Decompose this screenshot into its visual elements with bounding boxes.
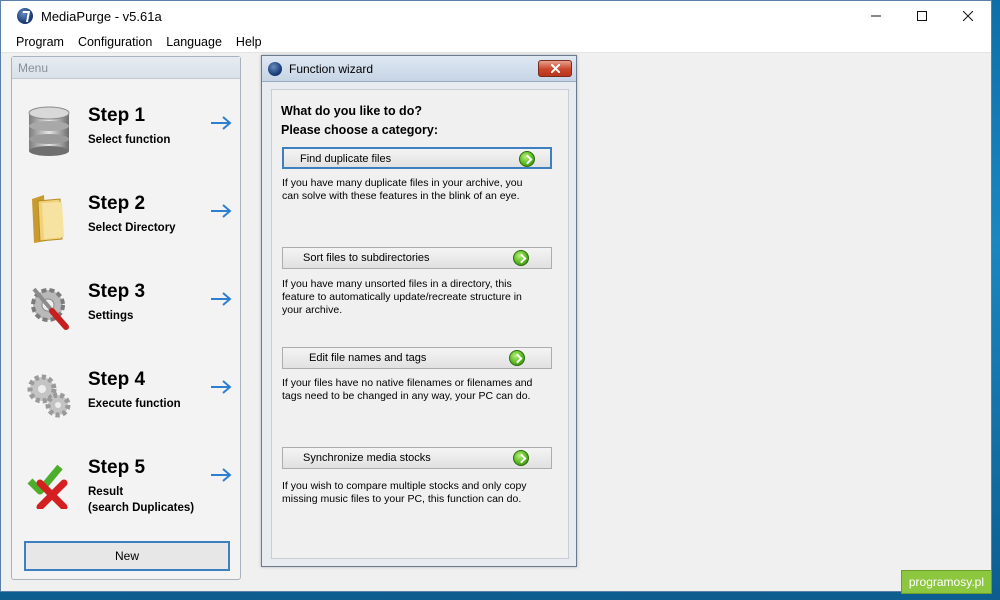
arrow-right-icon	[211, 292, 232, 306]
database-icon	[28, 106, 70, 156]
menu-language[interactable]: Language	[159, 35, 229, 49]
step-3-settings[interactable]: Step 3 Settings	[22, 273, 236, 343]
menu-program[interactable]: Program	[9, 35, 71, 49]
step-title: Step 3	[88, 281, 146, 302]
go-arrow-icon	[513, 250, 529, 266]
watermark-badge: programosy.pl	[900, 570, 992, 594]
function-wizard-dialog: Function wizard What do you like to do? …	[261, 55, 577, 567]
wizard-prompt-line-1: What do you like to do?	[281, 104, 422, 118]
wizard-content: What do you like to do? Please choose a …	[271, 89, 569, 559]
maximize-button[interactable]	[899, 1, 945, 31]
step-subtitle: Select Directory	[88, 222, 176, 234]
category-label: Find duplicate files	[300, 153, 392, 165]
description-line: can solve with these features in the bli…	[282, 190, 520, 202]
go-arrow-icon	[513, 450, 529, 466]
menu-help[interactable]: Help	[229, 35, 269, 49]
window-title: MediaPurge - v5.61a	[41, 8, 162, 24]
new-button[interactable]: New	[24, 541, 230, 571]
arrow-right-icon	[211, 204, 232, 218]
maximize-icon	[917, 11, 927, 21]
description-line: your archive.	[282, 304, 343, 316]
step-subtitle-line-2: (search Duplicates)	[88, 502, 195, 514]
step-title: Step 1	[88, 105, 146, 126]
step-subtitle: Result (search Duplicates)	[88, 484, 194, 516]
gears-icon	[27, 374, 71, 418]
step-5-result[interactable]: Step 5 Result (search Duplicates)	[22, 449, 236, 519]
category-label: Sort files to subdirectories	[303, 252, 430, 264]
arrow-right-icon	[211, 468, 232, 482]
category-label: Synchronize media stocks	[303, 452, 431, 464]
minimize-button[interactable]	[853, 1, 899, 31]
step-title: Step 5	[88, 457, 146, 478]
category-description: If your files have no native filenames o…	[282, 377, 552, 403]
step-title: Step 4	[88, 369, 146, 390]
folder-icon	[32, 195, 64, 243]
menu-panel-header: Menu	[12, 57, 240, 79]
step-subtitle: Execute function	[88, 398, 181, 410]
step-title: Step 2	[88, 193, 146, 214]
arrow-right-icon	[211, 380, 232, 394]
dialog-title-bar: Function wizard	[262, 56, 576, 82]
close-button[interactable]	[945, 1, 991, 31]
step-4-execute-function[interactable]: Step 4 Execute function	[22, 361, 236, 431]
category-description: If you wish to compare multiple stocks a…	[282, 480, 552, 506]
find-duplicate-files-button[interactable]: Find duplicate files	[282, 147, 552, 169]
wizard-prompt-line-2: Please choose a category:	[281, 123, 439, 137]
synchronize-media-stocks-button[interactable]: Synchronize media stocks	[282, 447, 552, 469]
description-line: If you have many unsorted files in a dir…	[282, 278, 512, 290]
sort-files-to-subdirectories-button[interactable]: Sort files to subdirectories	[282, 247, 552, 269]
steps-menu-panel: Menu Step 1 Select function Step 2 Selec…	[11, 56, 241, 580]
app-window: MediaPurge - v5.61a Program Configuratio…	[0, 0, 992, 592]
title-bar: MediaPurge - v5.61a	[1, 1, 991, 31]
step-2-select-directory[interactable]: Step 2 Select Directory	[22, 185, 236, 255]
go-arrow-icon	[519, 151, 535, 167]
check-cross-icon	[27, 464, 68, 509]
close-icon	[550, 64, 560, 73]
close-icon	[963, 11, 973, 21]
go-arrow-icon	[509, 350, 525, 366]
category-label: Edit file names and tags	[309, 352, 427, 364]
dialog-close-button[interactable]	[538, 60, 572, 77]
description-line: missing music files to your PC, this fun…	[282, 493, 522, 505]
app-logo-icon	[268, 61, 282, 76]
description-line: tags need to be changed in any way, your…	[282, 390, 531, 402]
description-line: If you have many duplicate files in your…	[282, 177, 523, 189]
menu-configuration[interactable]: Configuration	[71, 35, 159, 49]
category-description: If you have many duplicate files in your…	[282, 177, 552, 203]
description-line: feature to automatically update/recreate…	[282, 291, 522, 303]
step-1-select-function[interactable]: Step 1 Select function	[22, 97, 236, 167]
minimize-icon	[871, 15, 881, 17]
edit-file-names-and-tags-button[interactable]: Edit file names and tags	[282, 347, 552, 369]
settings-tools-icon	[31, 287, 69, 330]
category-description: If you have many unsorted files in a dir…	[282, 278, 552, 317]
dialog-title: Function wizard	[289, 61, 374, 76]
description-line: If you wish to compare multiple stocks a…	[282, 480, 527, 492]
step-subtitle: Select function	[88, 134, 171, 146]
step-subtitle: Settings	[88, 310, 134, 322]
step-subtitle-line-1: Result	[88, 486, 124, 498]
wizard-prompt: What do you like to do? Please choose a …	[281, 102, 438, 140]
window-controls	[853, 1, 991, 31]
arrow-right-icon	[211, 116, 232, 130]
description-line: If your files have no native filenames o…	[282, 377, 533, 389]
app-logo-icon	[17, 8, 33, 24]
menu-bar: Program Configuration Language Help	[1, 31, 991, 53]
